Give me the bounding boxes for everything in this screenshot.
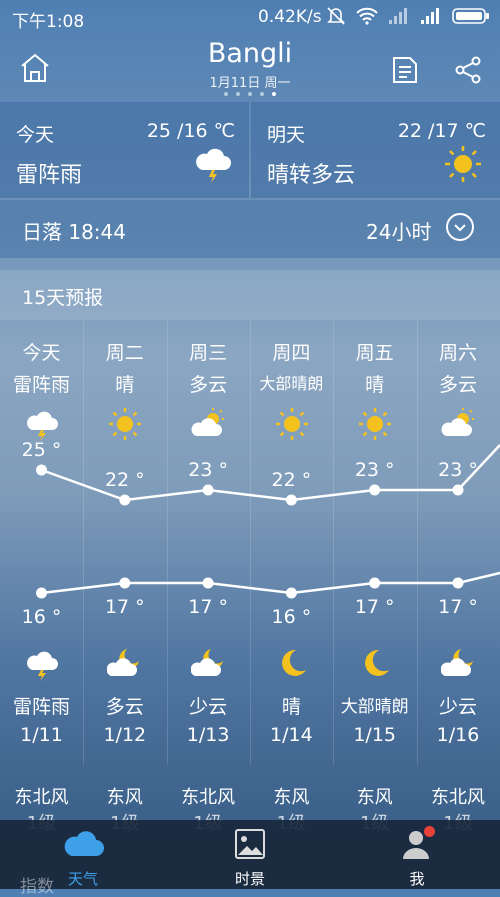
tomorrow-condition: 晴转多云 — [267, 157, 355, 189]
moon-cloud-icon — [191, 646, 227, 682]
forecast-day[interactable]: 周四大部晴朗晴1/14东风1级 — [250, 320, 333, 820]
sun-icon — [443, 144, 483, 184]
forecast-day-condition: 雷阵雨 — [0, 370, 83, 397]
hourly-toggle[interactable]: 24小时 — [366, 216, 431, 245]
forecast-day-condition: 多云 — [417, 370, 500, 397]
forecast-day[interactable]: 周二晴多云1/12东风1级 — [83, 320, 166, 820]
forecast-wind: 东北风 — [417, 783, 500, 809]
sun-cloud-icon — [441, 406, 477, 442]
status-bar: 下午1:08 0.42K/s — [0, 0, 500, 34]
header: Bangli 1月11日 周一 — [0, 34, 500, 102]
forecast-day-label: 周四 — [250, 338, 333, 365]
nav-label-me: 我 — [334, 868, 500, 889]
forecast-night-condition: 多云 — [83, 692, 166, 719]
cloud-icon — [64, 828, 104, 858]
thunderstorm-icon — [192, 144, 232, 184]
sunset-row[interactable]: 日落 18:44 24小时 — [0, 200, 500, 258]
forecast-day-label: 周三 — [167, 338, 250, 365]
network-speed: 0.42K/s — [258, 7, 322, 27]
header-date: 1月11日 周一 — [0, 72, 500, 91]
forecast-day-label: 周二 — [83, 338, 166, 365]
forecast-title: 15天预报 — [22, 283, 103, 310]
moon-icon — [274, 646, 310, 682]
tomorrow-label: 明天 — [267, 120, 305, 147]
forecast-wind: 东风 — [333, 783, 416, 809]
forecast-day-label: 周六 — [417, 338, 500, 365]
forecast-date: 1/16 — [417, 724, 500, 746]
forecast-day-label: 今天 — [0, 338, 83, 365]
today-temps: 25 /16 ℃ — [147, 120, 235, 142]
moon-cloud-icon — [441, 646, 477, 682]
today-condition: 雷阵雨 — [16, 157, 82, 189]
forecast-day-condition: 大部晴朗 — [250, 370, 333, 394]
nav-label-scenes: 时景 — [167, 868, 333, 889]
forecast-day[interactable]: 周六多云少云1/16东北风1级 — [417, 320, 500, 820]
sun-icon — [107, 406, 143, 442]
forecast-day[interactable]: 周五晴大部晴朗1/15东风1级 — [333, 320, 416, 820]
forecast-date: 1/15 — [333, 724, 416, 746]
forecast-wind: 东北风 — [0, 783, 83, 809]
forecast-grid[interactable]: 25 °22 °23 °22 °23 °23 °16 °17 °17 °16 °… — [0, 320, 500, 820]
forecast-wind: 东风 — [250, 783, 333, 809]
status-time: 下午1:08 — [12, 7, 84, 32]
nav-item-weather[interactable]: 天气 — [0, 820, 166, 889]
nav-label-weather: 天气 — [0, 868, 166, 889]
forecast-wind: 东北风 — [167, 783, 250, 809]
forecast-day-condition: 晴 — [333, 370, 416, 397]
today-label: 今天 — [16, 120, 54, 147]
forecast-day[interactable]: 周三多云少云1/13东北风1级 — [167, 320, 250, 820]
forecast-day-condition: 晴 — [83, 370, 166, 397]
forecast-day-label: 周五 — [333, 338, 416, 365]
forecast-date: 1/11 — [0, 724, 83, 746]
forecast-day-condition: 多云 — [167, 370, 250, 397]
tomorrow-temps: 22 /17 ℃ — [398, 120, 486, 142]
forecast-date: 1/13 — [167, 724, 250, 746]
forecast-night-condition: 大部晴朗 — [333, 692, 416, 717]
signal-icon — [388, 7, 410, 25]
sun-icon — [357, 406, 393, 442]
city-name: Bangli — [0, 38, 500, 69]
forecast-wind: 东风 — [83, 783, 166, 809]
forecast-date: 1/12 — [83, 724, 166, 746]
signal-icon-2 — [420, 7, 442, 25]
photo-icon — [234, 828, 266, 860]
mute-icon — [326, 6, 346, 26]
notification-badge — [424, 826, 435, 837]
forecast-night-condition: 雷阵雨 — [0, 692, 83, 719]
report-icon[interactable] — [392, 56, 418, 84]
status-icons — [326, 6, 490, 26]
moon-cloud-icon — [107, 646, 143, 682]
moon-icon — [357, 646, 393, 682]
nav-item-scenes[interactable]: 时景 — [167, 820, 333, 889]
thunderstorm-icon — [24, 406, 60, 442]
sun-cloud-icon — [191, 406, 227, 442]
thunderstorm-icon — [24, 646, 60, 682]
bottom-nav: 指数 天气 时景 我 — [0, 820, 500, 889]
forecast-day[interactable]: 今天雷阵雨雷阵雨1/11东北风1级 — [0, 320, 83, 820]
tomorrow-card[interactable]: 明天 22 /17 ℃ 晴转多云 — [251, 102, 500, 198]
forecast-night-condition: 晴 — [250, 692, 333, 719]
forecast-night-condition: 少云 — [417, 692, 500, 719]
forecast-date: 1/14 — [250, 724, 333, 746]
chevron-down-icon[interactable] — [446, 213, 474, 241]
sunset-label: 日落 18:44 — [22, 216, 126, 245]
forecast-night-condition: 少云 — [167, 692, 250, 719]
share-icon[interactable] — [454, 56, 482, 84]
forecast-title-bar: 15天预报 — [0, 270, 500, 320]
today-card[interactable]: 今天 25 /16 ℃ 雷阵雨 — [0, 102, 249, 198]
nav-item-me[interactable]: 我 — [334, 820, 500, 889]
sun-icon — [274, 406, 310, 442]
page-indicator — [0, 92, 500, 96]
battery-icon — [452, 7, 490, 25]
wifi-icon — [356, 7, 378, 25]
